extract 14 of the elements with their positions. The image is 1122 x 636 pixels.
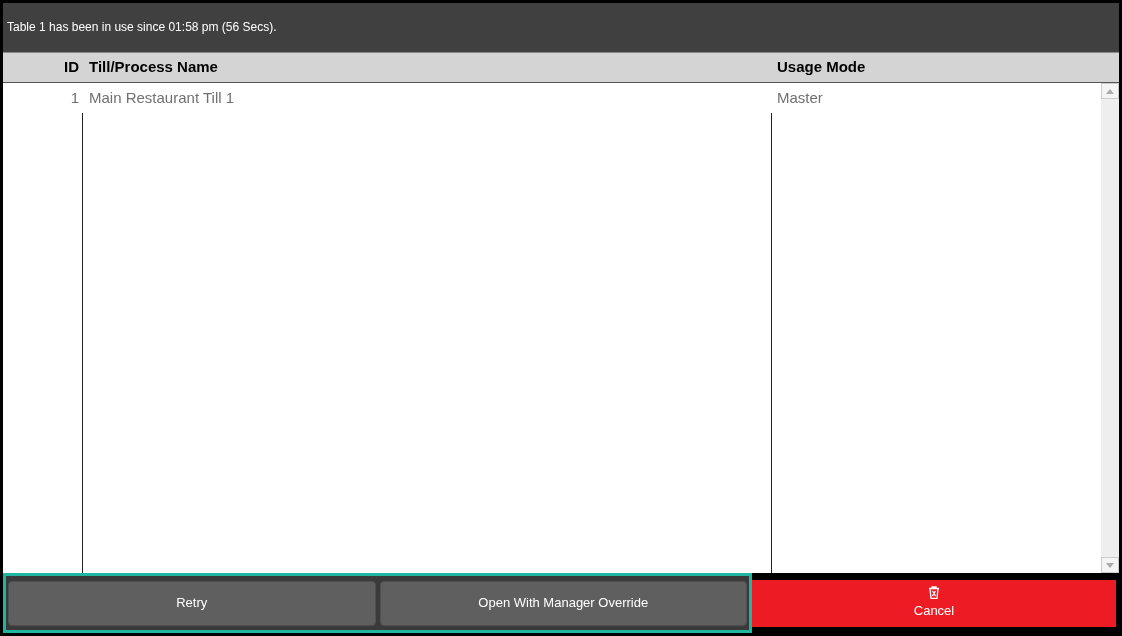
action-button[interactable]: Retry bbox=[8, 580, 376, 626]
table-cell-text: Master bbox=[776, 87, 824, 108]
column-header: ID bbox=[63, 57, 80, 78]
cancel-button[interactable]: Cancel bbox=[752, 579, 1116, 627]
table-cell-text: 1 bbox=[69, 87, 80, 108]
column-header: Till/Process Name bbox=[88, 57, 219, 78]
status-message: Table 1 has been in use since 01:58 pm (56 Secs). bbox=[7, 19, 277, 36]
trash-icon bbox=[928, 585, 940, 599]
column-header: Usage Mode bbox=[776, 57, 867, 78]
scroll-up-icon[interactable] bbox=[1101, 83, 1119, 99]
action-button[interactable]: Open With Manager Override bbox=[379, 580, 747, 626]
table-cell-text: Main Restaurant Till 1 bbox=[88, 87, 236, 108]
scrollbar[interactable] bbox=[1101, 83, 1119, 573]
scroll-down-icon[interactable] bbox=[1101, 557, 1119, 573]
